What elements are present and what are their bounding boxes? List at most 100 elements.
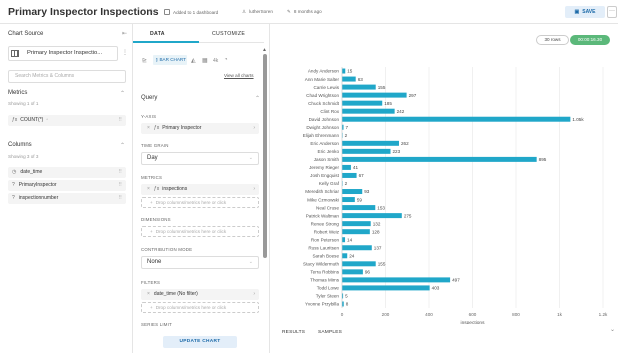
chevron-right-icon: ›: [253, 291, 255, 297]
big-number-icon[interactable]: 4k: [213, 58, 218, 64]
scroll-up-icon[interactable]: ▲: [262, 47, 267, 53]
data-label: 59: [357, 197, 363, 202]
metrics-label: METRICS: [141, 175, 163, 180]
filter-field[interactable]: × date_time (No filter) ›: [141, 289, 259, 300]
tab-data[interactable]: DATA: [150, 31, 165, 37]
favorite-star-icon[interactable]: ☆: [148, 7, 155, 16]
y-tick-label: Ann Marie Salter: [305, 77, 340, 82]
data-label: 2: [345, 181, 348, 186]
control-panel: DATA CUSTOMIZE ⊵ ⫾ BAR CHART ◭ ▦ 4k ◔ Vie…: [133, 24, 270, 353]
drag-handle-icon[interactable]: ⠿: [118, 180, 122, 191]
remove-icon[interactable]: ×: [147, 125, 150, 131]
y-tick-label: Chad Wrightson: [306, 93, 339, 98]
update-chart-button[interactable]: UPDATE CHART: [163, 336, 237, 348]
chart-title[interactable]: Primary Inspector Inspections: [8, 6, 159, 18]
tab-samples[interactable]: SAMPLES: [318, 330, 342, 335]
bar-chart: 0 200 400 600 800 1k 1.2k inspections Andy Ander…: [303, 67, 608, 324]
dashboards-info[interactable]: Added to 1 dashboard: [164, 9, 218, 15]
dimensions-drop-zone[interactable]: + Drop columns/metrics here or click: [141, 226, 259, 237]
data-label: 7: [346, 125, 349, 130]
bar: [342, 172, 357, 178]
y-tick-label: Terra Robbins: [310, 270, 339, 275]
area-chart-icon[interactable]: ◭: [191, 57, 196, 64]
data-label: 15: [347, 69, 353, 74]
x-axis-label: inspections: [461, 320, 486, 324]
y-tick-label: Ron Peterson: [311, 237, 340, 242]
y-tick-label: Andy Anderson: [308, 69, 340, 74]
chevron-down-icon[interactable]: ⌄: [610, 326, 615, 333]
drag-handle-icon[interactable]: ⠿: [118, 115, 122, 126]
x-tick-label: 0: [341, 312, 344, 317]
chevron-up-icon[interactable]: ⌃: [120, 90, 125, 97]
contribution-mode-label: CONTRIBUTION MODE: [141, 247, 193, 252]
bar: [342, 76, 356, 82]
chart-panel: 30 rows 00:00:16.30 0 200 400 600 800 1k 1.2k i…: [270, 24, 618, 353]
column-item[interactable]: ◷ date_time ⠿: [8, 167, 126, 178]
pencil-icon: ✎: [287, 9, 291, 14]
pie-chart-icon[interactable]: ◔: [224, 57, 228, 63]
data-label: 67: [359, 173, 365, 178]
bar: [342, 221, 371, 227]
chevron-up-icon[interactable]: ⌃: [120, 142, 125, 149]
dataset-menu-icon[interactable]: ⋮: [122, 49, 128, 56]
save-icon: ▣: [574, 9, 580, 15]
drag-handle-icon[interactable]: ⠿: [118, 167, 122, 178]
chevron-right-icon: ›: [253, 186, 255, 192]
bar: [342, 277, 451, 283]
time-grain-select[interactable]: Day ⌄: [141, 152, 259, 165]
x-tick-label: 1k: [557, 312, 563, 317]
clock-icon: ◷: [12, 169, 17, 175]
search-metrics-columns-input[interactable]: Search Metrics & Columns: [8, 70, 126, 83]
active-tab-indicator: [133, 41, 199, 43]
plus-icon: +: [150, 200, 153, 205]
x-tick-label: 200: [382, 312, 390, 317]
y-tick-label: Patrick Waltman: [306, 213, 340, 218]
save-button[interactable]: ▣ SAVE: [565, 6, 605, 18]
column-item[interactable]: ? PrimaryInspector ⠿: [8, 180, 126, 191]
y-axis-field[interactable]: × ƒx Primary Inspector ›: [141, 123, 259, 134]
column-item[interactable]: ? inspectionnumber ⠿: [8, 193, 126, 204]
function-icon: ƒx: [12, 117, 18, 123]
dataset-selector[interactable]: Primary Inspector Inspectio...: [8, 46, 118, 61]
table-chart-icon[interactable]: ▦: [202, 57, 208, 64]
bar: [342, 189, 363, 195]
data-label: 14: [347, 237, 353, 242]
data-label: 153: [377, 205, 385, 210]
y-tick-label: Jeremy Rieger: [309, 165, 339, 170]
y-tick-label: Elijah Ehrenmann: [303, 133, 340, 138]
chevron-down-icon: ⌄: [248, 259, 253, 265]
data-label: 895: [539, 157, 547, 162]
tab-results[interactable]: RESULTS: [282, 330, 305, 335]
bar-chart-selected[interactable]: ⫾ BAR CHART: [153, 55, 187, 65]
y-tick-label: Kelly Graf: [319, 181, 340, 186]
y-tick-label: Eric Jenko: [318, 149, 340, 154]
collapse-panel-icon[interactable]: ⇤: [122, 30, 127, 37]
data-label: 155: [378, 85, 386, 90]
chart-type-icon[interactable]: ⊵: [142, 57, 147, 64]
remove-icon[interactable]: ×: [147, 186, 150, 192]
metric-item[interactable]: ƒx COUNT(*) ▫ ⠿: [8, 115, 126, 126]
metrics-field[interactable]: × ƒx inspections ›: [141, 184, 259, 195]
bar: [342, 269, 363, 275]
y-tick-label: Mike Czmowski: [307, 197, 339, 202]
bar: [342, 237, 346, 243]
scrollbar[interactable]: [263, 54, 267, 258]
tab-customize[interactable]: CUSTOMIZE: [212, 31, 245, 37]
contribution-mode-select[interactable]: None ⌄: [141, 256, 259, 269]
data-label: 8: [346, 302, 349, 307]
data-label: 297: [409, 93, 417, 98]
datasource-panel: Chart Source ⇤ Primary Inspector Inspect…: [0, 24, 133, 353]
more-options-button[interactable]: ···: [607, 6, 617, 18]
owner-info[interactable]: ♙ lutherSoren: [242, 9, 273, 15]
y-tick-label: Dwight Johnson: [306, 125, 339, 130]
drag-handle-icon[interactable]: ⠿: [118, 193, 122, 204]
metrics-drop-zone[interactable]: + Drop columns/metrics here or click: [141, 197, 259, 208]
info-icon: ▫: [46, 117, 49, 123]
filters-drop-zone[interactable]: + Drop columns/metrics here or click: [141, 302, 259, 313]
bar-chart-icon: ⫾: [156, 57, 158, 62]
bar: [342, 205, 376, 211]
view-all-charts-link[interactable]: View all charts: [224, 73, 254, 78]
y-tick-label: Todd Lowe: [317, 286, 340, 291]
remove-icon[interactable]: ×: [147, 291, 150, 297]
chevron-up-icon[interactable]: ⌃: [255, 95, 260, 102]
